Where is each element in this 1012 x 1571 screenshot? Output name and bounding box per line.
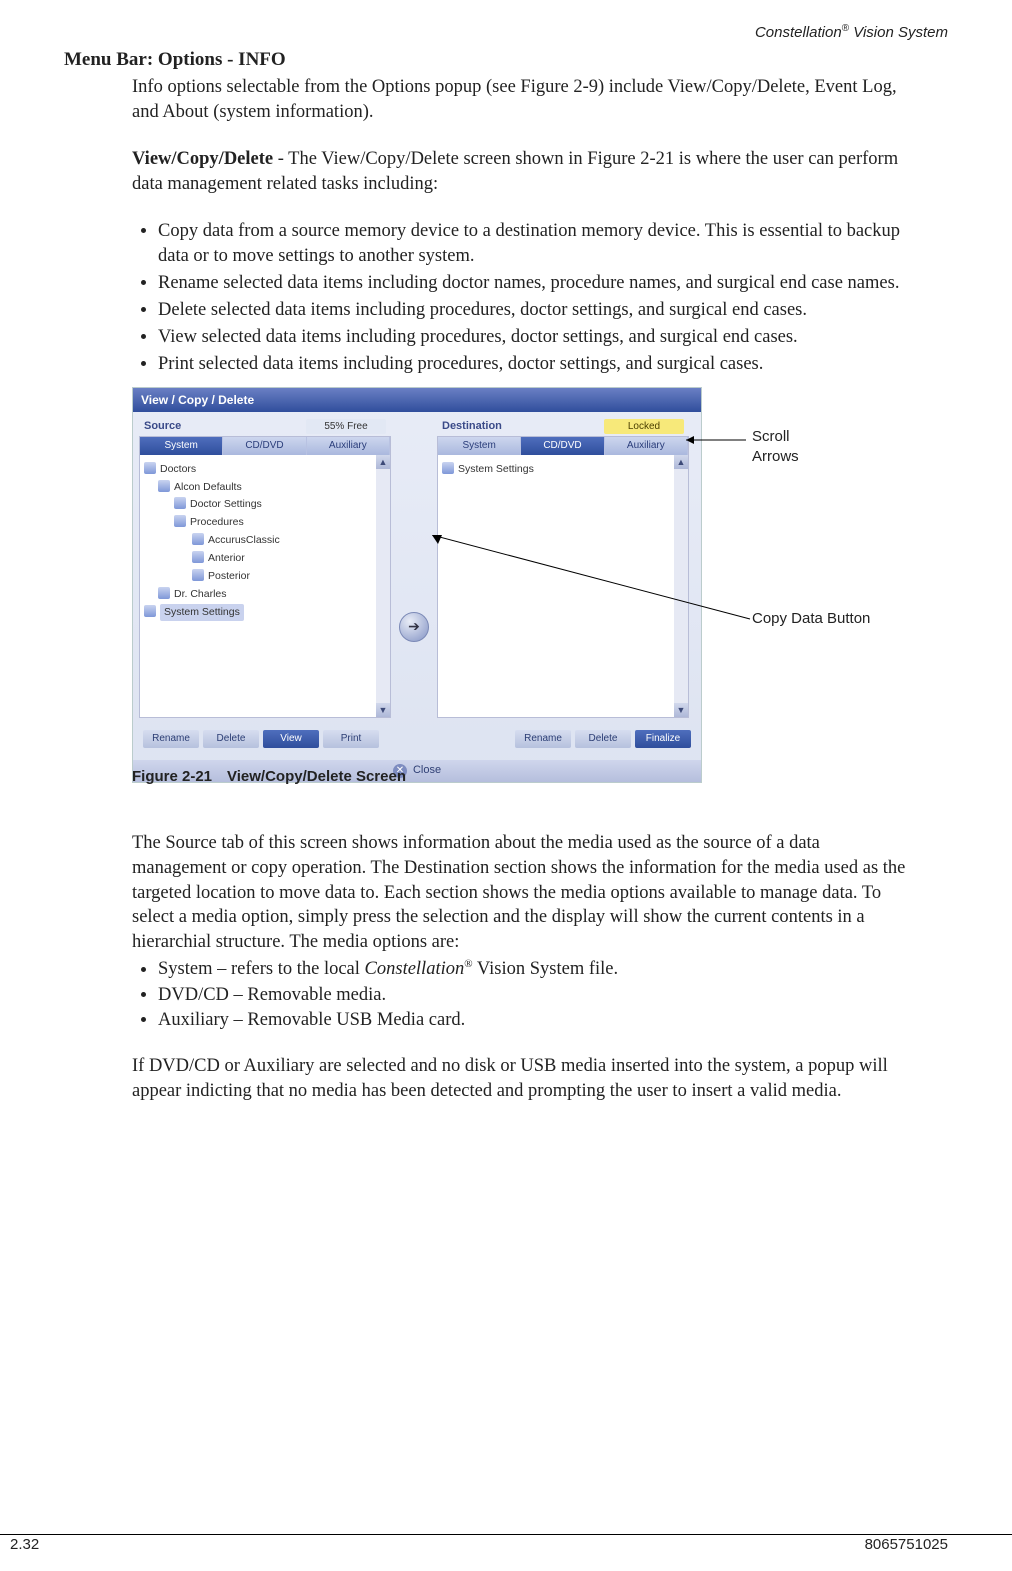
footer-right: 8065751025: [865, 1535, 948, 1555]
callout-copy-button: Copy Data Button: [752, 609, 872, 629]
media-options-list: System – refers to the local Constellati…: [132, 957, 912, 1032]
media-dvd: DVD/CD – Removable media.: [158, 983, 912, 1008]
destination-toolbar: Rename Delete Finalize: [511, 726, 695, 748]
bullet-3: Delete selected data items including pro…: [158, 298, 912, 323]
tab-auxiliary[interactable]: Auxiliary: [605, 437, 688, 455]
figure-caption: Figure 2-21 View/Copy/Delete Screen: [132, 767, 406, 787]
source-tabs: System CD/DVD Auxiliary: [140, 437, 390, 455]
scroll-down-icon[interactable]: ▼: [376, 703, 390, 717]
source-tree: Doctors Alcon Defaults Doctor Settings P…: [140, 455, 390, 628]
page-footer: 2.32 8065751025: [0, 1534, 1012, 1555]
tree-anterior[interactable]: Anterior: [144, 550, 386, 568]
destination-tree: System Settings: [438, 455, 688, 485]
figure-2-21: View / Copy / Delete Source 55% Free Sys…: [132, 387, 948, 787]
close-label: Close: [413, 763, 441, 778]
vcd-paragraph: View/Copy/Delete - The View/Copy/Delete …: [132, 147, 912, 197]
window-title: View / Copy / Delete: [133, 388, 701, 412]
tree-doctors[interactable]: Doctors: [144, 461, 386, 479]
tree-posterior[interactable]: Posterior: [144, 568, 386, 586]
source-scrollbar[interactable]: ▲ ▼: [376, 455, 390, 717]
para-media-intro: The Source tab of this screen shows info…: [132, 831, 912, 956]
bullet-5: Print selected data items including proc…: [158, 352, 912, 377]
tree-accurusclassic[interactable]: AccurusClassic: [144, 532, 386, 550]
source-label: Source: [144, 419, 181, 434]
reg-mark: ®: [842, 23, 849, 34]
feature-bullets: Copy data from a source memory device to…: [132, 219, 912, 377]
free-space-badge: 55% Free: [306, 419, 386, 435]
tab-cddvd[interactable]: CD/DVD: [521, 437, 604, 455]
view-button[interactable]: View: [263, 730, 319, 748]
vcd-window: View / Copy / Delete Source 55% Free Sys…: [132, 387, 702, 783]
scroll-up-icon[interactable]: ▲: [674, 455, 688, 469]
scroll-up-icon[interactable]: ▲: [376, 455, 390, 469]
tree-alcon-defaults[interactable]: Alcon Defaults: [144, 479, 386, 497]
source-pane: Source 55% Free System CD/DVD Auxiliary …: [139, 436, 391, 718]
locked-badge: Locked: [604, 419, 684, 435]
rename-button[interactable]: Rename: [515, 730, 571, 748]
product-name: Constellation: [755, 24, 842, 41]
bullet-2: Rename selected data items including doc…: [158, 271, 912, 296]
destination-label: Destination: [442, 419, 502, 434]
tab-system[interactable]: System: [140, 437, 223, 455]
running-header: Constellation® Vision System: [64, 22, 948, 43]
destination-scrollbar[interactable]: ▲ ▼: [674, 455, 688, 717]
rename-button[interactable]: Rename: [143, 730, 199, 748]
callout-scroll-arrows: Scroll Arrows: [752, 427, 832, 468]
scroll-down-icon[interactable]: ▼: [674, 703, 688, 717]
vcd-label: View/Copy/Delete: [132, 149, 273, 169]
source-toolbar: Rename Delete View Print: [139, 726, 383, 748]
delete-button[interactable]: Delete: [203, 730, 259, 748]
delete-button[interactable]: Delete: [575, 730, 631, 748]
tree-procedures[interactable]: Procedures: [144, 514, 386, 532]
para-no-media: If DVD/CD or Auxiliary are selected and …: [132, 1054, 912, 1104]
tree-dr-charles[interactable]: Dr. Charles: [144, 586, 386, 604]
destination-tabs: System CD/DVD Auxiliary: [438, 437, 688, 455]
print-button[interactable]: Print: [323, 730, 379, 748]
finalize-button[interactable]: Finalize: [635, 730, 691, 748]
tab-system[interactable]: System: [438, 437, 521, 455]
product-suffix: Vision System: [849, 24, 948, 41]
bullet-4: View selected data items including proce…: [158, 325, 912, 350]
tree-system-settings[interactable]: System Settings: [144, 604, 386, 622]
tab-cddvd[interactable]: CD/DVD: [223, 437, 306, 455]
page-title: Menu Bar: Options - INFO: [64, 47, 948, 73]
copy-data-button[interactable]: ➔: [399, 612, 429, 642]
intro-paragraph: Info options selectable from the Options…: [132, 75, 912, 125]
media-system: System – refers to the local Constellati…: [158, 957, 912, 982]
destination-pane: Destination Locked System CD/DVD Auxilia…: [437, 436, 689, 718]
footer-left: 2.32: [10, 1535, 39, 1555]
media-aux: Auxiliary – Removable USB Media card.: [158, 1008, 912, 1033]
tree-doctor-settings[interactable]: Doctor Settings: [144, 496, 386, 514]
tree-system-settings[interactable]: System Settings: [442, 461, 684, 479]
tab-auxiliary[interactable]: Auxiliary: [307, 437, 390, 455]
bullet-1: Copy data from a source memory device to…: [158, 219, 912, 269]
